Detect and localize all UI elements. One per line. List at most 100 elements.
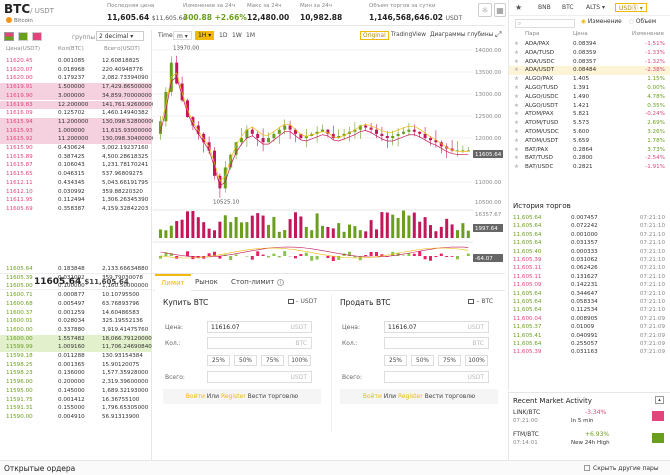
- market-row[interactable]: ★ ALGO/USDC 1.490 4.78%: [509, 93, 670, 102]
- favorites-star-icon[interactable]: ★: [515, 3, 522, 12]
- sell-total-input[interactable]: USDT: [384, 371, 489, 383]
- bids-row[interactable]: 11600.00 1.557482 18,066.79120000: [0, 334, 152, 344]
- star-icon[interactable]: ★: [514, 119, 519, 128]
- bids-row[interactable]: 11600.37 0.001259 14.60486583: [0, 309, 152, 318]
- sell-pct-50[interactable]: 50%: [411, 355, 434, 366]
- market-tab-alts[interactable]: ALTS ▾: [583, 3, 608, 12]
- market-search-input[interactable]: ⌕: [515, 19, 575, 28]
- star-icon[interactable]: ★: [514, 110, 519, 119]
- tab-market[interactable]: Рынок: [189, 274, 224, 291]
- sell-pct-100[interactable]: 100%: [465, 355, 488, 366]
- book-bids-icon[interactable]: [18, 32, 28, 41]
- star-icon[interactable]: ★: [514, 66, 519, 75]
- asks-row[interactable]: 11615.90 0.430624 5,002.19237160: [0, 144, 152, 153]
- bids-row[interactable]: 11599.18 0.011288 130.93154384: [0, 352, 152, 361]
- star-icon[interactable]: ★: [514, 93, 519, 102]
- buy-pct-75[interactable]: 75%: [261, 355, 284, 366]
- asks-row[interactable]: 11619.83 12.200000 141,761.92600000: [0, 100, 155, 110]
- buy-pct-100[interactable]: 100%: [288, 355, 311, 366]
- fullscreen-icon[interactable]: ⤢: [493, 31, 503, 40]
- book-asks-icon[interactable]: [32, 32, 42, 41]
- market-row[interactable]: ★ ALGO/USDT 1.421 0.35%: [509, 102, 670, 111]
- theme-toggle-icon[interactable]: ☼: [478, 3, 492, 17]
- book-both-icon[interactable]: [4, 32, 14, 41]
- asks-row[interactable]: 11615.93 1.000000 11,615.93000000: [0, 126, 152, 136]
- sell-pct-75[interactable]: 75%: [438, 355, 461, 366]
- market-row[interactable]: ★ ATOM/USDT 5.659 1.78%: [509, 137, 670, 146]
- market-row[interactable]: ★ BAT/PAX 0.2864 3.73%: [509, 146, 670, 155]
- buy-pct-50[interactable]: 50%: [234, 355, 257, 366]
- asks-row[interactable]: 11620.00 0.179237 2,082.73394090: [0, 74, 152, 83]
- bids-row[interactable]: 11600.01 0.028034 325.19552136: [0, 317, 152, 326]
- view-original[interactable]: Original: [360, 31, 389, 40]
- star-icon[interactable]: ★: [514, 40, 519, 49]
- asks-row[interactable]: 11611.95 0.112494 1,306.26345390: [0, 196, 152, 205]
- sell-login-bar[interactable]: Войти Или Register Вести торговлю: [340, 389, 498, 404]
- buy-pct-25[interactable]: 25%: [207, 355, 230, 366]
- star-icon[interactable]: ★: [514, 49, 519, 58]
- buy-qty-input[interactable]: BTC: [207, 337, 312, 349]
- market-row[interactable]: ★ ATOM/TUSD 5.573 2.69%: [509, 119, 670, 128]
- hide-pairs-checkbox[interactable]: [584, 465, 590, 471]
- bids-row[interactable]: 11600.71 0.000877 10.10795500: [0, 291, 152, 300]
- asks-row[interactable]: 11615.65 0.046315 537.96809275: [0, 170, 152, 179]
- market-tab-usd[interactable]: USDⓈ ▾: [615, 3, 647, 12]
- candlestick-svg[interactable]: 14000.00 13500.00 13000.00 12500.00 12000.00…: [153, 42, 505, 270]
- market-row[interactable]: ★ ATOM/USDC 5.600 3.26%: [509, 128, 670, 137]
- market-row[interactable]: ★ ADA/TUSD 0.08359 -1.33%: [509, 49, 670, 58]
- bids-row[interactable]: 11600.00 0.337880 3,919.41475760: [0, 326, 152, 335]
- star-icon[interactable]: ★: [514, 154, 519, 163]
- groups-select[interactable]: 2 decimal ▾: [96, 31, 144, 41]
- grid-icon[interactable]: ▦: [494, 3, 506, 17]
- asks-row[interactable]: 11615.87 0.106043 1,231.78170241: [0, 161, 152, 170]
- market-row[interactable]: ★ ADA/USDC 0.08357 -1.32%: [509, 58, 670, 67]
- sell-qty-input[interactable]: BTC: [384, 337, 489, 349]
- bids-row[interactable]: 11591.75 0.001412 16.36755100: [0, 396, 152, 405]
- buy-total-input[interactable]: USDT: [207, 371, 312, 383]
- price-chart[interactable]: Time m ▾ 1H ▾ 1D 1W 1M Original TradingV…: [153, 30, 505, 270]
- bids-row[interactable]: 11590.00 0.004910 56.91313900: [0, 413, 152, 422]
- asks-row[interactable]: 11615.92 11.200000 130,098.30400000: [0, 135, 155, 144]
- tab-stop-limit[interactable]: Стоп-лимит: [225, 274, 280, 291]
- asks-row[interactable]: 11619.91 1.500000 17,429.86500000: [0, 83, 152, 92]
- asks-row[interactable]: 11620.45 0.001085 12.60818825: [0, 57, 152, 66]
- info-icon[interactable]: i: [277, 279, 284, 286]
- bids-row[interactable]: 11605.39 0.031002 359.79030078: [0, 274, 152, 283]
- star-icon[interactable]: ★: [514, 146, 519, 155]
- radio-volume[interactable]: ○ Объем: [629, 19, 656, 25]
- view-tradingview[interactable]: TradingView: [389, 31, 428, 40]
- buy-price-input[interactable]: 11616.07 USDT: [207, 321, 312, 333]
- asks-row[interactable]: 11619.90 3.000000 34,859.70000000: [0, 91, 152, 101]
- bids-row[interactable]: 11605.64 0.183848 2,133.66634880: [0, 265, 152, 274]
- asks-row[interactable]: 11612.10 0.030992 359.88220320: [0, 188, 152, 197]
- market-tab-btc[interactable]: BTC: [559, 3, 577, 12]
- star-icon[interactable]: ★: [514, 137, 519, 146]
- asks-row[interactable]: 11612.11 0.434345 5,043.66191795: [0, 179, 152, 188]
- asks-row[interactable]: 11616.09 0.125702 1,460.14940382: [0, 109, 152, 118]
- interval-1h[interactable]: 1H ▾: [195, 31, 215, 40]
- view-depth[interactable]: Диаграммы глубины: [428, 31, 495, 40]
- bids-row[interactable]: 11598.25 0.001365 15.90120075: [0, 361, 152, 370]
- market-row[interactable]: ★ ADA/USDT 0.08484 -2.38%: [509, 66, 670, 76]
- star-icon[interactable]: ★: [514, 75, 519, 84]
- market-row[interactable]: ★ ATOM/PAX 5.821 -0.24%: [509, 110, 670, 119]
- bids-row[interactable]: 11600.68 0.005497 63.76893796: [0, 300, 152, 309]
- star-icon[interactable]: ★: [514, 58, 519, 67]
- bids-row[interactable]: 11595.00 0.145000 1,689.32193000: [0, 387, 152, 396]
- buy-login-bar[interactable]: Войти Или Register Вести торговлю: [163, 389, 321, 404]
- bids-row[interactable]: 11599.99 1.009160 11,706.24690840: [0, 343, 152, 352]
- tab-limit[interactable]: Лимит: [155, 274, 191, 291]
- activity-pair[interactable]: LINK/BTC: [513, 409, 540, 416]
- bids-row[interactable]: 11596.00 0.200000 2,319.39600000: [0, 378, 152, 387]
- market-row[interactable]: ★ ALGO/PAX 1.405 1.15%: [509, 75, 670, 84]
- star-icon[interactable]: ★: [514, 128, 519, 137]
- activity-pair[interactable]: FTM/BTC: [513, 431, 539, 438]
- bids-row[interactable]: 11591.31 0.155000 1,796.65305000: [0, 404, 152, 413]
- star-icon[interactable]: ★: [514, 84, 519, 93]
- asks-row[interactable]: 11615.89 0.387425 4,500.28618325: [0, 153, 152, 162]
- asks-row[interactable]: 11620.07 0.018968 220.40948776: [0, 66, 152, 75]
- market-row[interactable]: ★ ADA/PAX 0.08394 -1.51%: [509, 40, 670, 49]
- star-icon[interactable]: ★: [514, 163, 519, 172]
- market-row[interactable]: ★ BAT/TUSD 0.2800 -2.54%: [509, 154, 670, 163]
- interval-1m[interactable]: 1M: [243, 31, 258, 40]
